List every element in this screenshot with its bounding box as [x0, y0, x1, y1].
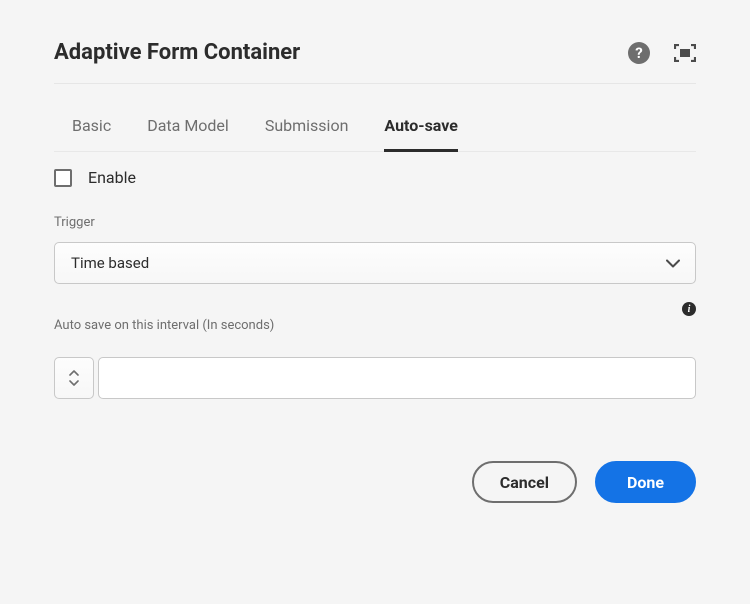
- dialog-container: Adaptive Form Container ? Basic Data Mod…: [0, 0, 750, 533]
- done-button[interactable]: Done: [595, 461, 696, 503]
- fullscreen-icon[interactable]: [674, 44, 696, 62]
- dialog-title: Adaptive Form Container: [54, 40, 300, 65]
- cancel-button[interactable]: Cancel: [472, 461, 577, 503]
- trigger-select-wrap: Time based: [54, 242, 696, 284]
- tab-data-model[interactable]: Data Model: [147, 116, 229, 152]
- chevron-up-icon: [69, 370, 79, 376]
- form-body: Enable Trigger Time based i Auto save on…: [54, 152, 696, 399]
- interval-input[interactable]: [98, 357, 696, 399]
- header-icons: ?: [628, 42, 696, 64]
- enable-checkbox[interactable]: [54, 169, 72, 187]
- info-row: i: [54, 284, 696, 318]
- tab-submission[interactable]: Submission: [265, 116, 349, 152]
- trigger-select-value: Time based: [71, 254, 149, 272]
- enable-row: Enable: [54, 168, 696, 215]
- dialog-footer: Cancel Done: [54, 399, 696, 503]
- help-icon[interactable]: ?: [628, 42, 650, 64]
- tab-auto-save[interactable]: Auto-save: [384, 116, 457, 152]
- tabs: Basic Data Model Submission Auto-save: [54, 84, 696, 152]
- enable-label: Enable: [88, 168, 136, 187]
- interval-label: Auto save on this interval (In seconds): [54, 318, 696, 345]
- tab-basic[interactable]: Basic: [72, 116, 111, 152]
- trigger-label: Trigger: [54, 215, 696, 242]
- interval-stepper[interactable]: [54, 357, 94, 399]
- trigger-select[interactable]: Time based: [54, 242, 696, 284]
- info-icon[interactable]: i: [682, 302, 696, 316]
- interval-row: [54, 345, 696, 399]
- dialog-header: Adaptive Form Container ?: [54, 40, 696, 84]
- chevron-down-icon: [69, 380, 79, 386]
